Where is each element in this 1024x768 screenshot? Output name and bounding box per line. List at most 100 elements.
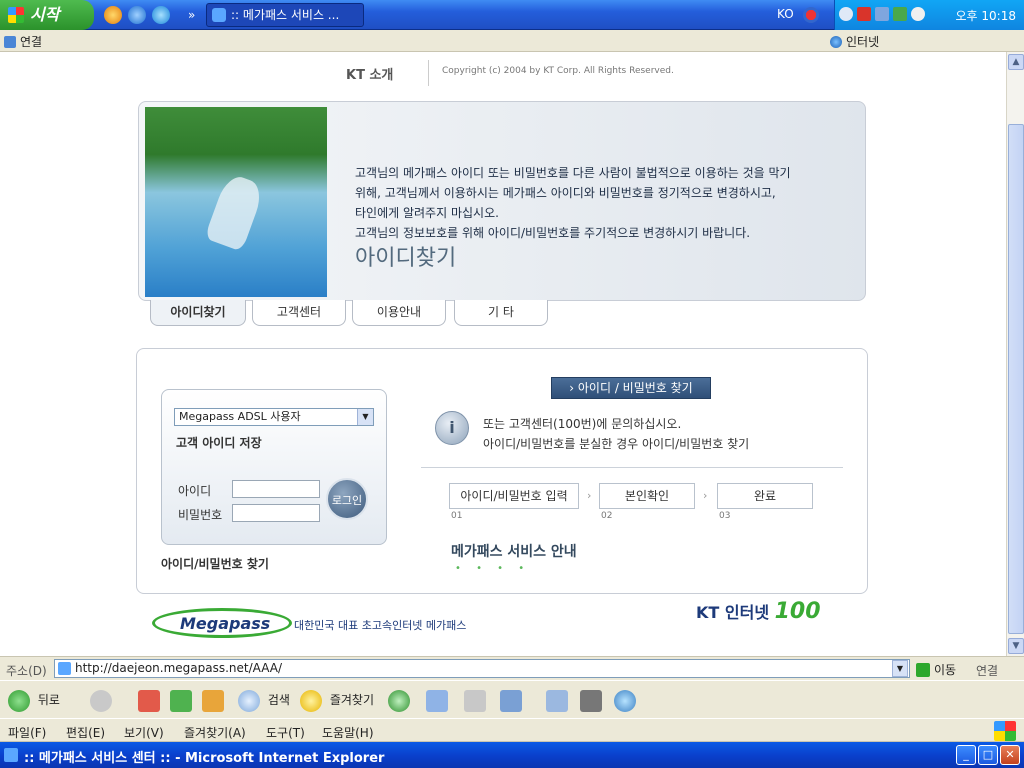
megapass-tagline: 대한민국 대표 초고속인터넷 메가패스 bbox=[294, 619, 467, 632]
megapass-logo[interactable]: Megapass bbox=[180, 614, 270, 633]
login-box: Megapass ADSL 사용자 ▼ 고객 아이디 저장 아이디 비밀번호 로… bbox=[161, 389, 387, 545]
links-bar: 연결 인터넷 bbox=[0, 30, 1024, 52]
discuss-button[interactable] bbox=[546, 687, 572, 713]
info-text: 또는 고객센터(100번)에 문의하십시오. bbox=[483, 417, 682, 431]
banner-line: 위해, 고객님께서 이용하시는 메가패스 아이디와 비밀번호를 정기적으로 변경… bbox=[355, 186, 776, 200]
step-number: 01 bbox=[451, 511, 463, 521]
address-bar: 주소(D) http://daejeon.megapass.net/AAA/ ▼… bbox=[0, 656, 1024, 680]
language-indicator[interactable]: KO bbox=[777, 7, 794, 21]
vertical-scrollbar[interactable]: ▲ ▼ bbox=[1006, 52, 1024, 656]
edit-button[interactable] bbox=[500, 687, 526, 713]
print-button[interactable] bbox=[464, 687, 490, 713]
refresh-button[interactable] bbox=[170, 687, 196, 713]
minimize-button[interactable]: _ bbox=[956, 745, 976, 765]
windows-logo-icon bbox=[8, 7, 24, 23]
password-label: 비밀번호 bbox=[178, 508, 223, 522]
tab-find-id[interactable]: 아이디찾기 bbox=[150, 300, 246, 326]
chevron-down-icon[interactable]: ▼ bbox=[357, 409, 373, 425]
links-button[interactable]: 연결 bbox=[976, 662, 998, 679]
research-icon bbox=[580, 689, 602, 712]
find-id-link[interactable]: 아이디/비밀번호 찾기 bbox=[161, 555, 269, 572]
go-button[interactable]: 이동 bbox=[916, 661, 956, 678]
address-input[interactable]: http://daejeon.megapass.net/AAA/ bbox=[54, 659, 910, 678]
close-button[interactable]: ✕ bbox=[1000, 745, 1020, 765]
tab-etc[interactable]: 기 타 bbox=[454, 300, 548, 326]
header-divider bbox=[428, 60, 429, 86]
banner-title: 아이디찾기 bbox=[355, 246, 457, 271]
banner-line: 타인에게 알려주지 마십시오. bbox=[355, 206, 499, 220]
menu-bar: 파일(F) 편집(E) 보기(V) 즐겨찾기(A) 도구(T) 도움말(H) bbox=[0, 718, 1024, 742]
maximize-button[interactable]: □ bbox=[978, 745, 998, 765]
research-button[interactable] bbox=[580, 687, 606, 713]
service-select[interactable]: Megapass ADSL 사용자 ▼ bbox=[174, 408, 374, 426]
quicklaunch-more-icon[interactable]: » bbox=[188, 8, 195, 22]
system-tray: KO 오후 10:18 bbox=[777, 0, 1024, 30]
scroll-down-icon[interactable]: ▼ bbox=[1008, 638, 1024, 654]
kt-internet-number: 100 bbox=[774, 599, 821, 624]
forward-button[interactable] bbox=[90, 687, 116, 713]
favorites-star-icon bbox=[300, 689, 322, 712]
window-titlebar[interactable]: :: 메가패스 서비스 센터 :: - Microsoft Internet E… bbox=[0, 742, 1024, 768]
ime-icon[interactable] bbox=[803, 7, 819, 23]
ie-icon[interactable] bbox=[4, 748, 18, 762]
quicklaunch-firefox-icon[interactable] bbox=[104, 6, 122, 24]
internet-link[interactable]: 인터넷 bbox=[830, 33, 879, 50]
messenger-button[interactable] bbox=[614, 687, 640, 713]
step-arrow-icon: › bbox=[703, 489, 708, 502]
tab-customer-center[interactable]: 고객센터 bbox=[252, 300, 346, 326]
quicklaunch-browser-icon[interactable] bbox=[152, 6, 170, 24]
menu-file[interactable]: 파일(F) bbox=[8, 724, 46, 741]
kt-logo[interactable]: KT 소개 bbox=[346, 64, 393, 83]
scroll-thumb[interactable] bbox=[1008, 124, 1024, 634]
mail-button[interactable] bbox=[426, 687, 452, 713]
find-id-button[interactable]: › 아이디 / 비밀번호 찾기 bbox=[551, 377, 711, 399]
search-button[interactable]: 검색 bbox=[238, 687, 290, 713]
login-button[interactable]: 로그인 bbox=[326, 478, 368, 520]
menu-help[interactable]: 도움말(H) bbox=[322, 724, 374, 741]
menu-edit[interactable]: 편집(E) bbox=[66, 724, 105, 741]
kt-internet-logo[interactable]: KT 인터넷 100 bbox=[696, 599, 821, 624]
tray-monitor-icon[interactable] bbox=[875, 7, 889, 21]
tray-clock-app-icon[interactable] bbox=[911, 7, 925, 21]
step-1: 아이디/비밀번호 입력 bbox=[449, 483, 579, 509]
step-2: 본인확인 bbox=[599, 483, 695, 509]
menu-tools[interactable]: 도구(T) bbox=[266, 724, 305, 741]
taskbar-window-button[interactable]: :: 메가패스 서비스 ... bbox=[206, 3, 364, 27]
password-field[interactable] bbox=[232, 504, 320, 522]
tray-security-icon[interactable] bbox=[893, 7, 907, 21]
home-icon bbox=[202, 689, 224, 712]
service-select-value: Megapass ADSL 사용자 bbox=[179, 410, 301, 423]
history-icon bbox=[388, 689, 410, 712]
tray-back-icon[interactable] bbox=[839, 7, 853, 21]
taskbar-window-title: :: 메가패스 서비스 ... bbox=[231, 8, 340, 22]
scroll-up-icon[interactable]: ▲ bbox=[1008, 54, 1024, 70]
id-field[interactable] bbox=[232, 480, 320, 498]
menu-favorites[interactable]: 즐겨찾기(A) bbox=[184, 724, 246, 741]
page-icon bbox=[58, 662, 71, 675]
home-button[interactable] bbox=[202, 687, 228, 713]
chevron-down-icon[interactable]: ▼ bbox=[892, 660, 908, 677]
menu-view[interactable]: 보기(V) bbox=[124, 724, 164, 741]
step-number: 02 bbox=[601, 511, 613, 521]
ie-page-icon bbox=[212, 8, 226, 22]
quicklaunch-ie-icon[interactable] bbox=[128, 6, 146, 24]
divider bbox=[421, 467, 843, 468]
stop-button[interactable] bbox=[138, 687, 164, 713]
favorites-label: 즐겨찾기 bbox=[329, 693, 374, 707]
links-label[interactable]: 연결 bbox=[4, 33, 42, 50]
mail-icon bbox=[426, 689, 448, 712]
tab-usage-guide[interactable]: 이용안내 bbox=[352, 300, 446, 326]
save-id-checkbox-label[interactable]: 고객 아이디 저장 bbox=[176, 434, 262, 451]
step-number: 03 bbox=[719, 511, 731, 521]
guide-dots: • • • • bbox=[455, 563, 531, 574]
edit-icon bbox=[500, 689, 522, 712]
tray-network-icon[interactable] bbox=[857, 7, 871, 21]
address-url: http://daejeon.megapass.net/AAA/ bbox=[75, 661, 282, 675]
back-button[interactable]: 뒤로 bbox=[8, 687, 60, 713]
history-button[interactable] bbox=[388, 687, 414, 713]
standard-toolbar: 뒤로 검색 즐겨찾기 bbox=[0, 680, 1024, 718]
favorites-button[interactable]: 즐겨찾기 bbox=[300, 687, 374, 713]
clock[interactable]: 오후 10:18 bbox=[956, 7, 1016, 24]
discuss-icon bbox=[546, 689, 568, 712]
start-button[interactable]: 시작 bbox=[0, 0, 94, 30]
